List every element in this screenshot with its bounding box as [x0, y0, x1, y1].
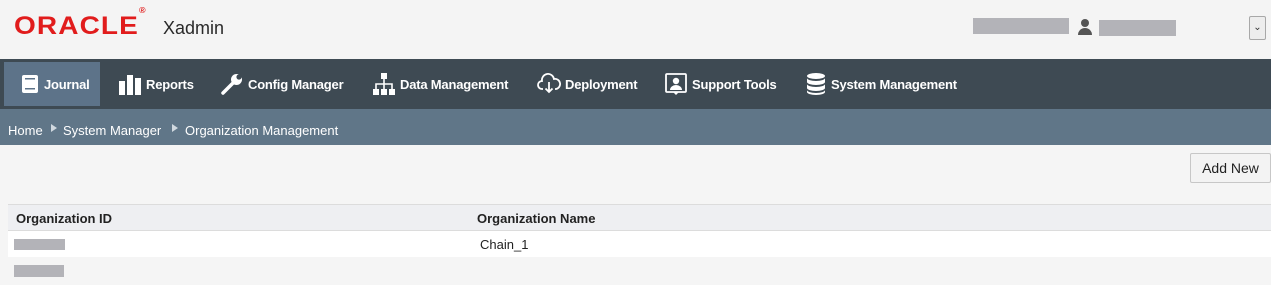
add-new-button[interactable]: Add New: [1190, 153, 1271, 183]
chevron-down-icon: ⌄: [1253, 22, 1262, 33]
support-icon: [665, 73, 687, 95]
redacted-organization-id: [14, 239, 65, 250]
app-header: ORACLE® Xadmin ⌄: [0, 0, 1271, 59]
breadcrumb-system-manager[interactable]: System Manager: [63, 123, 161, 138]
breadcrumb-home[interactable]: Home: [8, 123, 43, 138]
oracle-logo: ORACLE®: [14, 5, 147, 40]
wrench-icon: [221, 74, 242, 95]
nav-item-system-management[interactable]: System Management: [805, 62, 957, 106]
bar-chart-icon: [119, 75, 141, 95]
column-header-organization-id[interactable]: Organization ID: [16, 211, 112, 226]
redacted-org-name: [973, 18, 1069, 34]
breadcrumb-organization-management: Organization Management: [185, 123, 339, 138]
breadcrumb-separator-icon: [51, 124, 57, 132]
user-menu-dropdown[interactable]: ⌄: [1249, 16, 1266, 40]
nav-item-data-management[interactable]: Data Management: [372, 62, 508, 106]
redacted-organization-id: [14, 265, 64, 277]
breadcrumb: Home System Manager Organization Managem…: [0, 109, 1271, 145]
nav-item-deployment[interactable]: Deployment: [537, 62, 638, 106]
table-row[interactable]: Chain_1: [8, 231, 1271, 257]
nav-item-config-manager[interactable]: Config Manager: [220, 62, 344, 106]
user-icon: [1078, 19, 1092, 35]
nav-item-reports[interactable]: Reports: [118, 62, 194, 106]
hierarchy-icon: [373, 73, 395, 95]
organization-name-cell: Chain_1: [480, 237, 529, 252]
column-header-organization-name[interactable]: Organization Name: [477, 211, 595, 226]
journal-icon: [22, 75, 38, 93]
table-header: Organization ID Organization Name: [8, 204, 1271, 231]
redacted-user-name: [1099, 20, 1176, 36]
breadcrumb-separator-icon: [172, 124, 178, 132]
nav-item-journal[interactable]: Journal: [4, 62, 100, 106]
cloud-download-icon: [537, 73, 561, 94]
database-icon: [807, 73, 825, 95]
table-row[interactable]: [8, 257, 1271, 285]
app-name: Xadmin: [163, 18, 225, 38]
main-nav: Journal Reports Config Manager Data Mana…: [0, 59, 1271, 109]
nav-item-support-tools[interactable]: Support Tools: [664, 62, 777, 106]
